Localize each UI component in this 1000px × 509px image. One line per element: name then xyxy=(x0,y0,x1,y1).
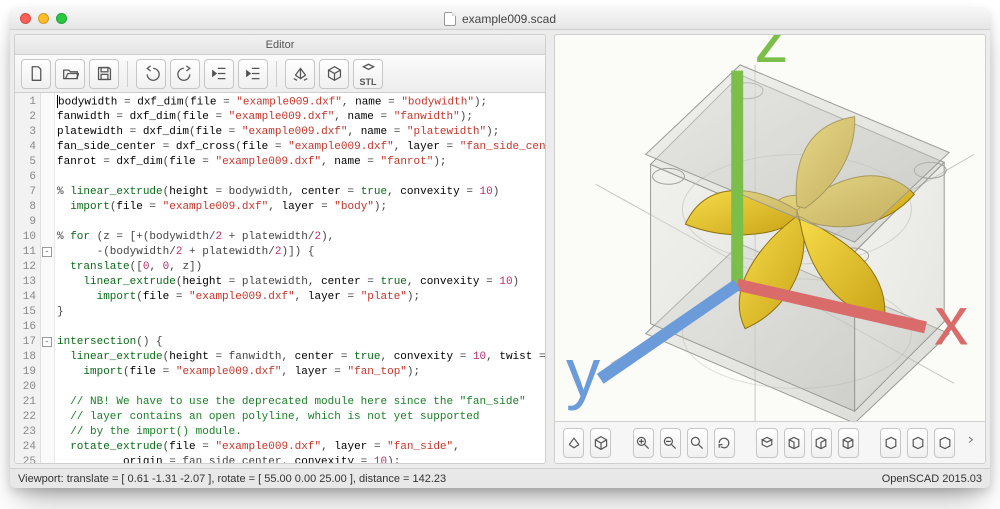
view-left-button[interactable] xyxy=(907,428,928,458)
editor-panel: Editor STL 1 2 3 4 5 6 7 8 9 10 11 12 13… xyxy=(14,34,546,464)
redo-button[interactable] xyxy=(170,59,200,89)
zoom-out-button[interactable] xyxy=(660,428,681,458)
zoom-in-button[interactable] xyxy=(633,428,654,458)
view-top-button[interactable] xyxy=(756,428,777,458)
fold-toggle[interactable]: - xyxy=(42,247,52,257)
editor-toolbar: STL xyxy=(15,55,545,93)
fold-toggle[interactable]: - xyxy=(42,337,52,347)
reset-zoom-button[interactable] xyxy=(687,428,708,458)
view-front-button[interactable] xyxy=(784,428,805,458)
editor-header: Editor xyxy=(15,35,545,55)
viewer-more-button[interactable] xyxy=(967,433,977,452)
axis-x-label: x xyxy=(934,283,968,360)
undo-button[interactable] xyxy=(136,59,166,89)
view3d[interactable]: z x y xyxy=(555,35,985,463)
view-bottom-button[interactable] xyxy=(934,428,955,458)
axis-y-label: y xyxy=(566,334,601,411)
viewer-panel: z x y xyxy=(554,34,986,464)
window-title: example009.scad xyxy=(462,12,556,26)
line-gutter: 1 2 3 4 5 6 7 8 9 10 11 12 13 14 15 16 1… xyxy=(15,93,41,463)
view-right-button[interactable] xyxy=(811,428,832,458)
axis-z-label: z xyxy=(754,34,788,77)
viewer-render-button[interactable] xyxy=(590,428,611,458)
code-editor[interactable]: 1 2 3 4 5 6 7 8 9 10 11 12 13 14 15 16 1… xyxy=(15,93,545,463)
view-back-button[interactable] xyxy=(880,428,901,458)
indent-button[interactable] xyxy=(238,59,268,89)
new-button[interactable] xyxy=(21,59,51,89)
document-icon xyxy=(444,12,456,26)
preview-button[interactable] xyxy=(285,59,315,89)
render-button[interactable] xyxy=(319,59,349,89)
save-button[interactable] xyxy=(89,59,119,89)
axes-indicator: z x y xyxy=(565,34,986,413)
version-label: OpenSCAD 2015.03 xyxy=(882,473,982,485)
code-body[interactable]: bodywidth = dxf_dim(file = "example009.d… xyxy=(55,93,545,463)
open-button[interactable] xyxy=(55,59,85,89)
stl-label: STL xyxy=(360,78,377,87)
viewer-toolbar xyxy=(555,421,985,463)
app-window: example009.scad Editor STL 1 2 3 4 xyxy=(10,8,990,488)
statusbar: Viewport: translate = [ 0.61 -1.31 -2.07… xyxy=(10,468,990,488)
fold-column[interactable]: -- xyxy=(41,93,55,463)
viewer-preview-button[interactable] xyxy=(563,428,584,458)
titlebar: example009.scad xyxy=(10,8,990,30)
viewport-status: Viewport: translate = [ 0.61 -1.31 -2.07… xyxy=(18,473,446,485)
refresh-view-button[interactable] xyxy=(714,428,735,458)
view-diag-button[interactable] xyxy=(838,428,859,458)
unindent-button[interactable] xyxy=(204,59,234,89)
export-stl-button[interactable]: STL xyxy=(353,59,383,89)
